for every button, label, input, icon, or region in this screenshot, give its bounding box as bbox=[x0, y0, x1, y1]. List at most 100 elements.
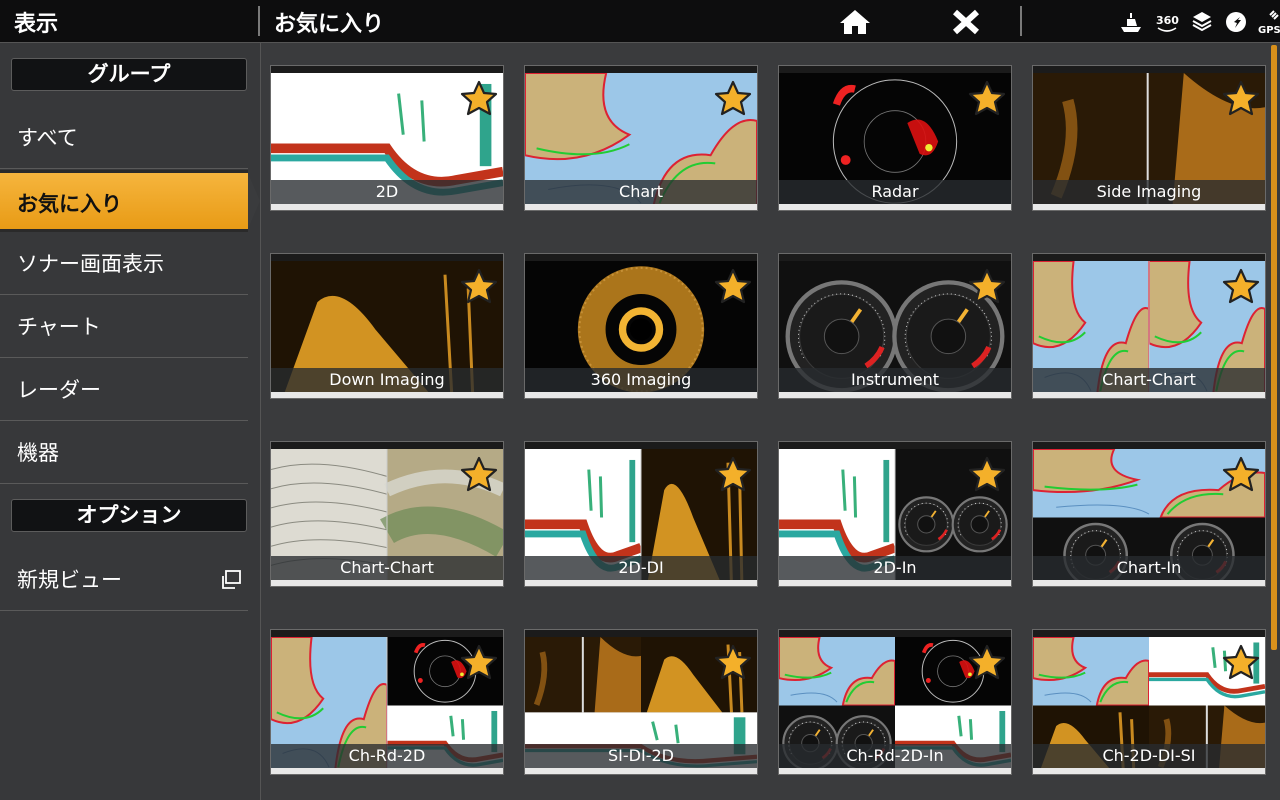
view-label: 2D bbox=[271, 180, 503, 204]
close-button[interactable] bbox=[948, 6, 984, 38]
view-tile[interactable]: Chart-Chart bbox=[1032, 253, 1266, 399]
thumbnail-footer bbox=[1033, 392, 1265, 398]
thumbnail-footer bbox=[271, 580, 503, 586]
favorite-star-icon[interactable] bbox=[968, 268, 1006, 304]
thumbnail-footer bbox=[779, 392, 1011, 398]
top-bar: 表示 お気に入り 360 GPS bbox=[0, 0, 1280, 43]
view-label: Down Imaging bbox=[271, 368, 503, 392]
sidebar-item-radar[interactable]: レーダー bbox=[0, 359, 248, 421]
view-tile[interactable]: SI-DI-2D bbox=[524, 629, 758, 775]
view-title: お気に入り bbox=[274, 12, 385, 37]
new-view-label: 新規ビュー bbox=[17, 568, 122, 592]
360-label: 360 bbox=[1156, 14, 1179, 27]
thumbnail-header bbox=[271, 442, 503, 449]
thumbnail-header bbox=[271, 630, 503, 637]
view-tile[interactable]: Chart-In bbox=[1032, 441, 1266, 587]
favorite-star-icon[interactable] bbox=[714, 456, 752, 492]
view-label: Ch-Rd-2D-In bbox=[779, 744, 1011, 768]
divider bbox=[1020, 6, 1022, 36]
new-window-icon bbox=[222, 570, 241, 589]
view-tile[interactable]: Ch-Rd-2D bbox=[270, 629, 504, 775]
thumbnail-header bbox=[779, 630, 1011, 637]
view-tile[interactable]: Down Imaging bbox=[270, 253, 504, 399]
thumbnail-header bbox=[271, 66, 503, 73]
section-title: 表示 bbox=[14, 12, 59, 37]
thumbnail-header bbox=[779, 254, 1011, 261]
sidebar-item-all[interactable]: すべて bbox=[0, 107, 248, 169]
layers-icon[interactable] bbox=[1190, 9, 1214, 35]
thumbnail-footer bbox=[1033, 768, 1265, 774]
home-icon bbox=[840, 10, 870, 34]
thumbnail-header bbox=[271, 254, 503, 261]
thumbnail-header bbox=[1033, 442, 1265, 449]
home-button[interactable] bbox=[836, 6, 874, 38]
favorite-star-icon[interactable] bbox=[968, 644, 1006, 680]
favorite-star-icon[interactable] bbox=[714, 644, 752, 680]
sidebar-item-sonar[interactable]: ソナー画面表示 bbox=[0, 233, 248, 295]
thumbnail-header bbox=[779, 442, 1011, 449]
favorite-star-icon[interactable] bbox=[460, 268, 498, 304]
view-label: Chart-In bbox=[1033, 556, 1265, 580]
thumbnail-footer bbox=[525, 204, 757, 210]
thumbnail-footer bbox=[1033, 580, 1265, 586]
sidebar-item-favorites[interactable]: お気に入り bbox=[0, 170, 248, 232]
favorite-star-icon[interactable] bbox=[1222, 80, 1260, 116]
sidebar-item-instruments[interactable]: 機器 bbox=[0, 422, 248, 484]
view-tile[interactable]: Ch-2D-DI-SI bbox=[1032, 629, 1266, 775]
view-label: 360 Imaging bbox=[525, 368, 757, 392]
thumbnail-footer bbox=[271, 392, 503, 398]
view-label: Chart bbox=[525, 180, 757, 204]
favorite-star-icon[interactable] bbox=[460, 80, 498, 116]
view-label: Chart-Chart bbox=[1033, 368, 1265, 392]
divider bbox=[258, 6, 260, 36]
favorite-star-icon[interactable] bbox=[1222, 644, 1260, 680]
scrollbar[interactable] bbox=[1271, 45, 1277, 650]
view-tile[interactable]: 2D bbox=[270, 65, 504, 211]
360-icon[interactable]: 360 bbox=[1154, 9, 1180, 35]
thumbnail-header bbox=[1033, 66, 1265, 73]
view-label: 2D-In bbox=[779, 556, 1011, 580]
view-tile[interactable]: Radar bbox=[778, 65, 1012, 211]
favorite-star-icon[interactable] bbox=[968, 80, 1006, 116]
thumbnail-footer bbox=[779, 768, 1011, 774]
favorite-star-icon[interactable] bbox=[968, 456, 1006, 492]
view-tile[interactable]: Ch-Rd-2D-In bbox=[778, 629, 1012, 775]
favorite-star-icon[interactable] bbox=[714, 268, 752, 304]
view-label: Chart-Chart bbox=[271, 556, 503, 580]
sidebar-item-chart[interactable]: チャート bbox=[0, 296, 248, 358]
thumbnail-footer bbox=[525, 392, 757, 398]
thumbnail-header bbox=[779, 66, 1011, 73]
view-tile[interactable]: Side Imaging bbox=[1032, 65, 1266, 211]
satellite-icon bbox=[1269, 10, 1279, 20]
new-view-button[interactable]: 新規ビュー bbox=[0, 549, 248, 611]
status-icons: 360 GPS bbox=[1118, 6, 1280, 38]
view-tile[interactable]: Chart-Chart bbox=[270, 441, 504, 587]
view-tile[interactable]: 2D-DI bbox=[524, 441, 758, 587]
thumbnail-header bbox=[525, 66, 757, 73]
thumbnail-footer bbox=[525, 768, 757, 774]
thumbnail-footer bbox=[271, 768, 503, 774]
favorite-star-icon[interactable] bbox=[1222, 268, 1260, 304]
view-label: Radar bbox=[779, 180, 1011, 204]
view-label: Ch-Rd-2D bbox=[271, 744, 503, 768]
thumbnail-header bbox=[525, 630, 757, 637]
favorite-star-icon[interactable] bbox=[460, 456, 498, 492]
view-tile[interactable]: 2D-In bbox=[778, 441, 1012, 587]
view-tile[interactable]: 360 Imaging bbox=[524, 253, 758, 399]
view-label: Ch-2D-DI-SI bbox=[1033, 744, 1265, 768]
view-label: SI-DI-2D bbox=[525, 744, 757, 768]
thumbnail-footer bbox=[271, 204, 503, 210]
view-label: Side Imaging bbox=[1033, 180, 1265, 204]
boat-icon[interactable] bbox=[1118, 9, 1144, 35]
sidebar: グループ すべて お気に入り ソナー画面表示 チャート レーダー 機器 オプショ… bbox=[0, 43, 261, 800]
gps-icon[interactable]: GPS bbox=[1258, 9, 1280, 36]
thumbnail-header bbox=[1033, 254, 1265, 261]
favorite-star-icon[interactable] bbox=[714, 80, 752, 116]
view-tile[interactable]: Chart bbox=[524, 65, 758, 211]
navigation-icon[interactable] bbox=[1224, 9, 1248, 35]
favorite-star-icon[interactable] bbox=[460, 644, 498, 680]
thumbnail-footer bbox=[525, 580, 757, 586]
favorite-star-icon[interactable] bbox=[1222, 456, 1260, 492]
view-tile[interactable]: Instrument bbox=[778, 253, 1012, 399]
thumbnail-header bbox=[525, 254, 757, 261]
